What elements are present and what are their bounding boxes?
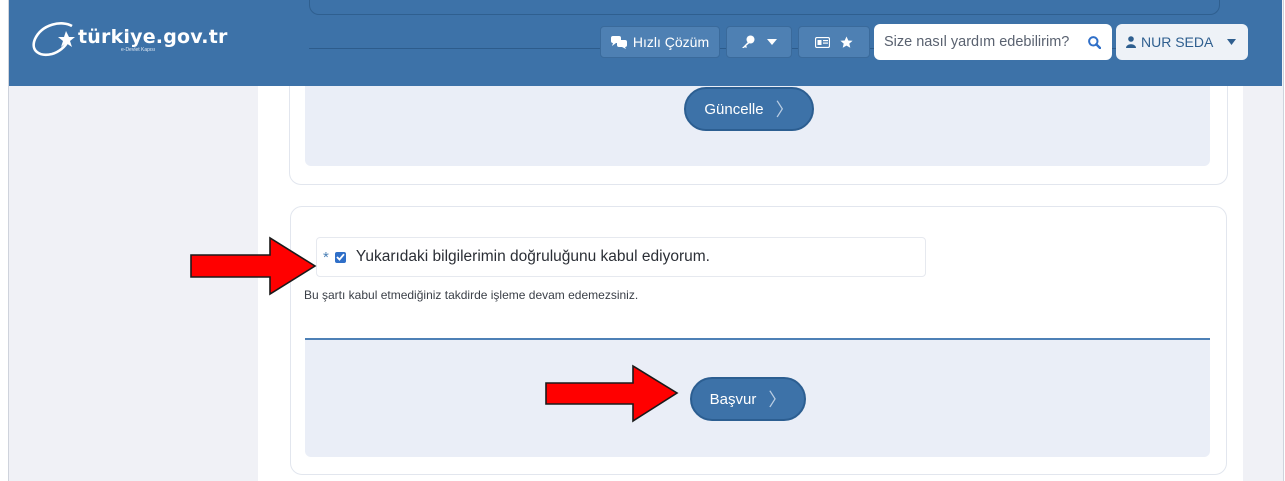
site-logo[interactable]: türkiye.gov.tr — [28, 17, 268, 61]
user-name: NUR SEDA — [1141, 34, 1214, 50]
apply-button-label: Başvur — [709, 390, 757, 408]
search-box — [874, 24, 1112, 60]
check-icon — [336, 253, 345, 261]
confirmation-checkbox[interactable] — [334, 251, 346, 263]
confirmation-row[interactable]: * Yukarıdaki bilgilerimin doğruluğunu ka… — [316, 237, 926, 277]
required-mark: * — [323, 248, 329, 266]
star-icon — [840, 36, 853, 48]
user-menu-button[interactable]: NUR SEDA — [1116, 24, 1248, 60]
caret-down-icon — [767, 39, 777, 45]
update-button-label: Güncelle — [704, 100, 764, 118]
search-input[interactable] — [884, 34, 1088, 50]
key-icon — [742, 35, 755, 48]
chevron-right-icon: 〉 — [768, 390, 787, 411]
login-options-button[interactable] — [726, 26, 792, 58]
search-icon[interactable] — [1088, 35, 1101, 49]
chevron-right-icon: 〉 — [775, 100, 794, 121]
quick-solution-label: Hızlı Çözüm — [632, 34, 710, 50]
user-icon — [1126, 36, 1136, 48]
red-arrow-icon — [190, 236, 317, 296]
logo-text: türkiye.gov.tr — [78, 26, 228, 48]
profile-favorites-button[interactable] — [798, 26, 870, 58]
red-arrow-icon — [545, 364, 679, 423]
apply-button[interactable]: Başvur 〉 — [690, 377, 806, 421]
emblem-icon — [32, 22, 75, 57]
chat-icon — [610, 35, 627, 49]
header-panel-edge — [309, 0, 1220, 15]
quick-solution-button[interactable]: Hızlı Çözüm — [600, 26, 720, 58]
update-button[interactable]: Güncelle 〉 — [684, 87, 814, 131]
caret-down-icon — [1227, 39, 1237, 45]
confirmation-label: Yukarıdaki bilgilerimin doğruluğunu kabu… — [355, 248, 710, 265]
logo-subtext: e-Devlet Kapısı — [121, 47, 156, 53]
confirmation-hint: Bu şartı kabul etmediğiniz takdirde işle… — [304, 288, 639, 302]
id-card-icon — [815, 36, 830, 48]
